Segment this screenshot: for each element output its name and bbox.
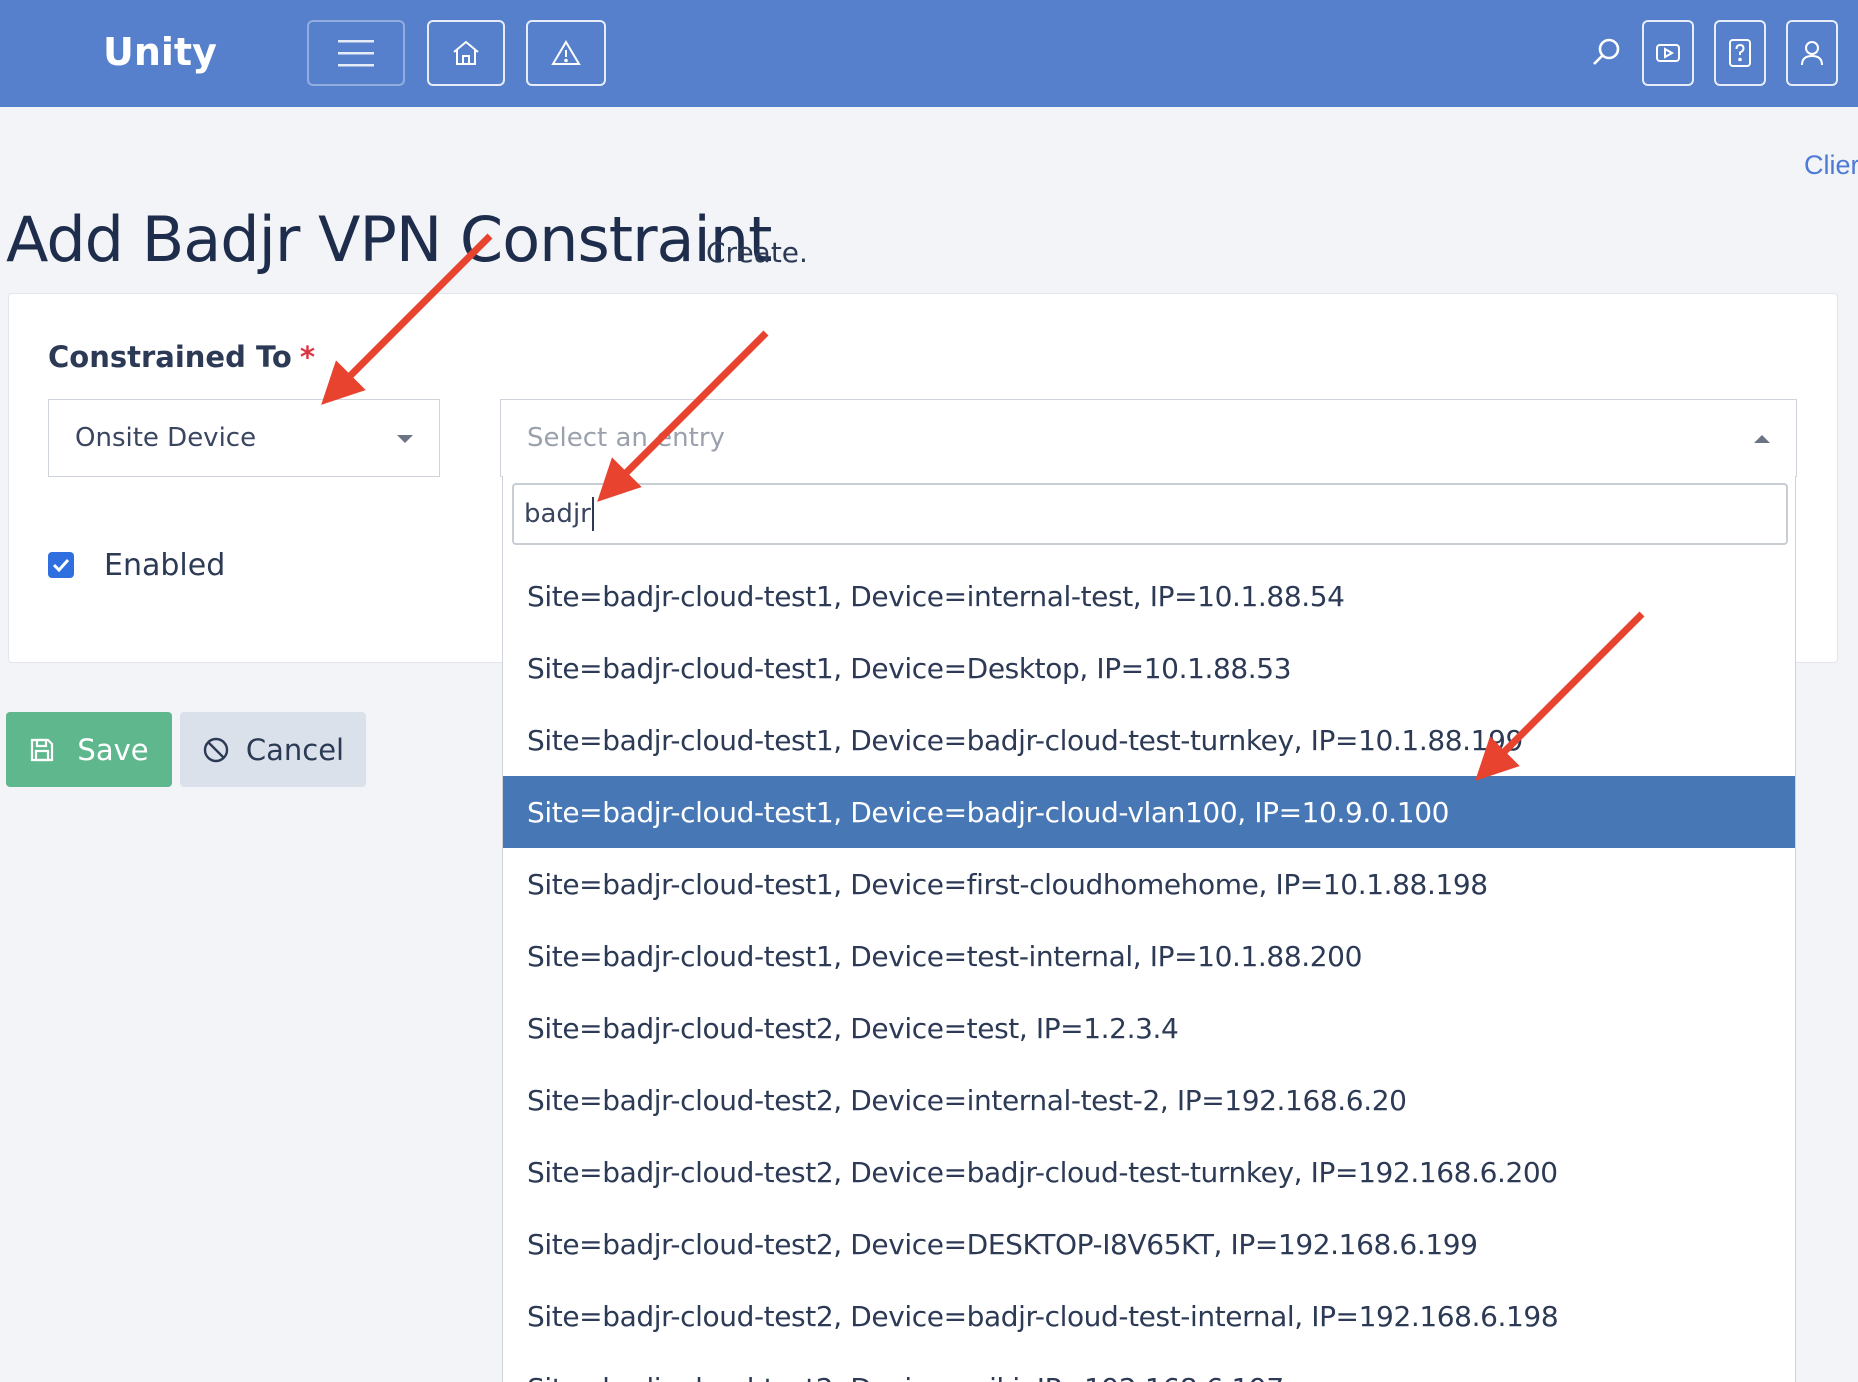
- menu-icon: [338, 40, 374, 67]
- user-icon: [1801, 41, 1823, 66]
- entry-select-placeholder: Select an entry: [527, 423, 725, 453]
- dropdown-option[interactable]: Site=badjr-cloud-test1, Device=first-clo…: [503, 848, 1795, 920]
- dropdown-option[interactable]: Site=badjr-cloud-test1, Device=badjr-clo…: [503, 704, 1795, 776]
- entry-dropdown-panel: badjr Site=badjr-cloud-test1, Device=int…: [502, 476, 1796, 1382]
- ban-icon: [203, 737, 229, 762]
- dropdown-option[interactable]: Site=badjr-cloud-test1, Device=Desktop, …: [503, 632, 1795, 704]
- dropdown-search-value: badjr: [524, 499, 591, 529]
- page-subtitle: Create.: [706, 236, 808, 269]
- constraint-type-value: Onsite Device: [75, 423, 257, 453]
- dropdown-option[interactable]: Site=badjr-cloud-test2, Device=badjr-clo…: [503, 1280, 1795, 1352]
- alert-icon: [551, 40, 581, 65]
- menu-toggle-button[interactable]: [307, 20, 405, 86]
- checkmark-icon: [52, 558, 70, 572]
- dropdown-option[interactable]: Site=badjr-cloud-test2, Device=internal-…: [503, 1064, 1795, 1136]
- client-breadcrumb-link[interactable]: Clier: [1804, 150, 1858, 181]
- cancel-button-label: Cancel: [245, 732, 345, 767]
- enabled-checkbox[interactable]: [48, 552, 74, 578]
- user-profile-button[interactable]: [1786, 20, 1838, 86]
- dropdown-option[interactable]: Site=badjr-cloud-test2, Device=test, IP=…: [503, 992, 1795, 1064]
- brand-logo[interactable]: Unity: [103, 30, 217, 74]
- dropdown-option[interactable]: Site=badjr-cloud-test2, Device=wiki, IP=…: [503, 1352, 1795, 1382]
- entry-select[interactable]: Select an entry: [500, 399, 1797, 477]
- search-icon[interactable]: [1590, 36, 1622, 68]
- dropdown-option-highlighted[interactable]: Site=badjr-cloud-test1, Device=badjr-clo…: [503, 776, 1795, 848]
- home-icon: [453, 40, 479, 65]
- top-navbar: Unity: [0, 0, 1858, 107]
- chevron-up-icon: [1754, 435, 1770, 443]
- dropdown-option[interactable]: Site=badjr-cloud-test2, Device=badjr-clo…: [503, 1136, 1795, 1208]
- home-button[interactable]: [427, 20, 505, 86]
- chevron-down-icon: [397, 435, 413, 443]
- dropdown-options-list: Site=badjr-cloud-test1, Device=internal-…: [503, 560, 1795, 1382]
- save-icon: [31, 738, 54, 761]
- required-marker: *: [299, 340, 315, 374]
- constrained-to-label: Constrained To *: [48, 340, 315, 374]
- cancel-button[interactable]: Cancel: [180, 712, 366, 787]
- page-title: Add Badjr VPN Constraint: [6, 203, 772, 276]
- help-icon: [1729, 39, 1751, 67]
- alerts-button[interactable]: [526, 20, 606, 86]
- enabled-label[interactable]: Enabled: [104, 548, 225, 583]
- dropdown-option[interactable]: Site=badjr-cloud-test2, Device=DESKTOP-I…: [503, 1208, 1795, 1280]
- help-button[interactable]: [1714, 20, 1766, 86]
- save-button-label: Save: [77, 732, 149, 767]
- dropdown-option[interactable]: Site=badjr-cloud-test1, Device=internal-…: [503, 560, 1795, 632]
- dropdown-search-input[interactable]: badjr: [512, 483, 1788, 545]
- dropdown-option[interactable]: Site=badjr-cloud-test1, Device=test-inte…: [503, 920, 1795, 992]
- constrained-to-label-text: Constrained To: [48, 340, 292, 374]
- constraint-type-select[interactable]: Onsite Device: [48, 399, 440, 477]
- video-tutorials-button[interactable]: [1642, 20, 1694, 86]
- save-button[interactable]: Save: [6, 712, 172, 787]
- video-icon: [1656, 44, 1680, 62]
- text-cursor: [591, 497, 594, 531]
